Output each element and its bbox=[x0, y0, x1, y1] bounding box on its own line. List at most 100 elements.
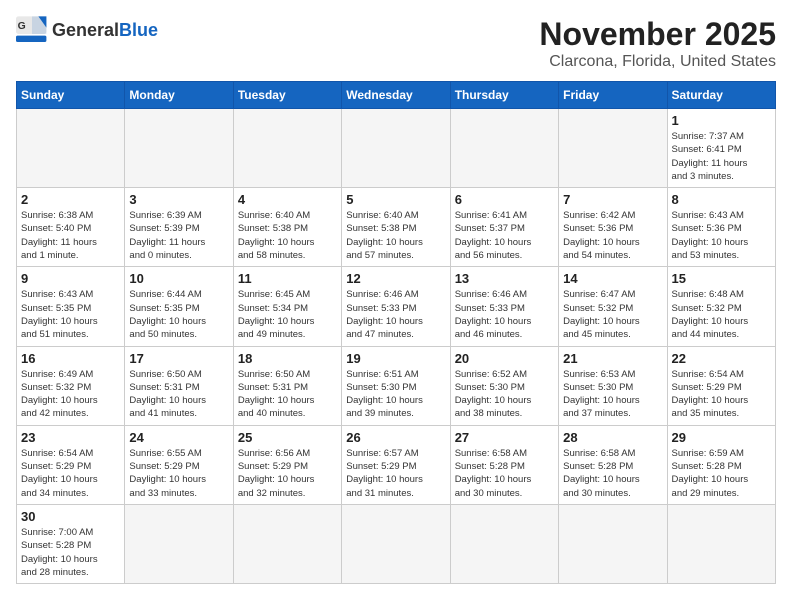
calendar-week-row: 1Sunrise: 7:37 AM Sunset: 6:41 PM Daylig… bbox=[17, 109, 776, 188]
day-info: Sunrise: 6:41 AM Sunset: 5:37 PM Dayligh… bbox=[455, 209, 554, 262]
day-info: Sunrise: 6:43 AM Sunset: 5:36 PM Dayligh… bbox=[672, 209, 771, 262]
calendar-cell: 23Sunrise: 6:54 AM Sunset: 5:29 PM Dayli… bbox=[17, 425, 125, 504]
svg-text:G: G bbox=[18, 21, 26, 32]
weekday-header-sunday: Sunday bbox=[17, 82, 125, 109]
weekday-header-saturday: Saturday bbox=[667, 82, 775, 109]
day-info: Sunrise: 6:54 AM Sunset: 5:29 PM Dayligh… bbox=[672, 368, 771, 421]
day-info: Sunrise: 6:59 AM Sunset: 5:28 PM Dayligh… bbox=[672, 447, 771, 500]
calendar-cell: 16 Sunrise: 6:49 AM Sunset: 5:32 PM Dayli… bbox=[17, 346, 125, 425]
day-info: Sunrise: 6:46 AM Sunset: 5:33 PM Dayligh… bbox=[346, 288, 445, 341]
calendar-cell: 24 Sunrise: 6:55 AM Sunset: 5:29 PM Dayli… bbox=[125, 425, 233, 504]
calendar-cell: 17Sunrise: 6:50 AM Sunset: 5:31 PM Dayli… bbox=[125, 346, 233, 425]
day-info: Sunrise: 6:44 AM Sunset: 5:35 PM Dayligh… bbox=[129, 288, 228, 341]
day-number: 3 bbox=[129, 192, 228, 207]
day-number: 16 bbox=[21, 351, 120, 366]
day-info: Sunrise: 6:50 AM Sunset: 5:31 PM Dayligh… bbox=[238, 368, 337, 421]
day-number: 6 bbox=[455, 192, 554, 207]
day-info: Sunrise: 6:46 AM Sunset: 5:33 PM Dayligh… bbox=[455, 288, 554, 341]
day-number: 25 bbox=[238, 430, 337, 445]
calendar-cell: 25Sunrise: 6:56 AM Sunset: 5:29 PM Dayli… bbox=[233, 425, 341, 504]
calendar-cell: 7Sunrise: 6:42 AM Sunset: 5:36 PM Daylig… bbox=[559, 188, 667, 267]
day-info: Sunrise: 6:40 AM Sunset: 5:38 PM Dayligh… bbox=[238, 209, 337, 262]
day-number: 18 bbox=[238, 351, 337, 366]
calendar-cell bbox=[233, 504, 341, 583]
day-info: Sunrise: 6:52 AM Sunset: 5:30 PM Dayligh… bbox=[455, 368, 554, 421]
calendar-cell: 3 Sunrise: 6:39 AM Sunset: 5:39 PM Daylig… bbox=[125, 188, 233, 267]
day-number: 22 bbox=[672, 351, 771, 366]
day-info: Sunrise: 6:57 AM Sunset: 5:29 PM Dayligh… bbox=[346, 447, 445, 500]
calendar-cell: 2Sunrise: 6:38 AM Sunset: 5:40 PM Daylig… bbox=[17, 188, 125, 267]
day-number: 12 bbox=[346, 271, 445, 286]
day-number: 9 bbox=[21, 271, 120, 286]
month-title: November 2025 bbox=[539, 16, 776, 53]
calendar: SundayMondayTuesdayWednesdayThursdayFrid… bbox=[16, 81, 776, 584]
day-info: Sunrise: 6:49 AM Sunset: 5:32 PM Dayligh… bbox=[21, 368, 120, 421]
weekday-header-row: SundayMondayTuesdayWednesdayThursdayFrid… bbox=[17, 82, 776, 109]
day-info: Sunrise: 6:55 AM Sunset: 5:29 PM Dayligh… bbox=[129, 447, 228, 500]
day-info: Sunrise: 6:51 AM Sunset: 5:30 PM Dayligh… bbox=[346, 368, 445, 421]
calendar-cell: 14 Sunrise: 6:47 AM Sunset: 5:32 PM Dayli… bbox=[559, 267, 667, 346]
logo-text: GeneralBlue bbox=[52, 20, 158, 41]
calendar-week-row: 23Sunrise: 6:54 AM Sunset: 5:29 PM Dayli… bbox=[17, 425, 776, 504]
day-info: Sunrise: 6:54 AM Sunset: 5:29 PM Dayligh… bbox=[21, 447, 120, 500]
calendar-cell bbox=[450, 109, 558, 188]
calendar-cell bbox=[342, 504, 450, 583]
calendar-cell: 21Sunrise: 6:53 AM Sunset: 5:30 PM Dayli… bbox=[559, 346, 667, 425]
calendar-week-row: 30 Sunrise: 7:00 AM Sunset: 5:28 PM Dayli… bbox=[17, 504, 776, 583]
weekday-header-wednesday: Wednesday bbox=[342, 82, 450, 109]
calendar-cell: 13 Sunrise: 6:46 AM Sunset: 5:33 PM Dayli… bbox=[450, 267, 558, 346]
weekday-header-tuesday: Tuesday bbox=[233, 82, 341, 109]
day-number: 30 bbox=[21, 509, 120, 524]
logo-blue: Blue bbox=[119, 20, 158, 40]
day-info: Sunrise: 6:38 AM Sunset: 5:40 PM Dayligh… bbox=[21, 209, 120, 262]
day-number: 28 bbox=[563, 430, 662, 445]
calendar-week-row: 16 Sunrise: 6:49 AM Sunset: 5:32 PM Dayli… bbox=[17, 346, 776, 425]
day-number: 26 bbox=[346, 430, 445, 445]
weekday-header-thursday: Thursday bbox=[450, 82, 558, 109]
day-info: Sunrise: 6:48 AM Sunset: 5:32 PM Dayligh… bbox=[672, 288, 771, 341]
day-info: Sunrise: 6:58 AM Sunset: 5:28 PM Dayligh… bbox=[563, 447, 662, 500]
calendar-cell bbox=[559, 109, 667, 188]
day-info: Sunrise: 6:53 AM Sunset: 5:30 PM Dayligh… bbox=[563, 368, 662, 421]
day-info: Sunrise: 6:47 AM Sunset: 5:32 PM Dayligh… bbox=[563, 288, 662, 341]
calendar-cell: 28 Sunrise: 6:58 AM Sunset: 5:28 PM Dayli… bbox=[559, 425, 667, 504]
calendar-cell: 9 Sunrise: 6:43 AM Sunset: 5:35 PM Daylig… bbox=[17, 267, 125, 346]
calendar-cell: 30 Sunrise: 7:00 AM Sunset: 5:28 PM Dayli… bbox=[17, 504, 125, 583]
calendar-cell: 27 Sunrise: 6:58 AM Sunset: 5:28 PM Dayli… bbox=[450, 425, 558, 504]
day-info: Sunrise: 6:45 AM Sunset: 5:34 PM Dayligh… bbox=[238, 288, 337, 341]
calendar-cell bbox=[667, 504, 775, 583]
calendar-week-row: 9 Sunrise: 6:43 AM Sunset: 5:35 PM Daylig… bbox=[17, 267, 776, 346]
day-info: Sunrise: 6:58 AM Sunset: 5:28 PM Dayligh… bbox=[455, 447, 554, 500]
day-number: 19 bbox=[346, 351, 445, 366]
calendar-cell: 20 Sunrise: 6:52 AM Sunset: 5:30 PM Dayli… bbox=[450, 346, 558, 425]
calendar-cell: 11 Sunrise: 6:45 AM Sunset: 5:34 PM Dayli… bbox=[233, 267, 341, 346]
day-number: 11 bbox=[238, 271, 337, 286]
calendar-cell: 29Sunrise: 6:59 AM Sunset: 5:28 PM Dayli… bbox=[667, 425, 775, 504]
calendar-cell bbox=[233, 109, 341, 188]
day-info: Sunrise: 6:43 AM Sunset: 5:35 PM Dayligh… bbox=[21, 288, 120, 341]
day-number: 20 bbox=[455, 351, 554, 366]
calendar-cell: 15Sunrise: 6:48 AM Sunset: 5:32 PM Dayli… bbox=[667, 267, 775, 346]
header: G GeneralBlue November 2025 Clarcona, Fl… bbox=[16, 16, 776, 71]
location-title: Clarcona, Florida, United States bbox=[539, 53, 776, 71]
calendar-cell bbox=[17, 109, 125, 188]
calendar-cell: 6 Sunrise: 6:41 AM Sunset: 5:37 PM Daylig… bbox=[450, 188, 558, 267]
day-number: 27 bbox=[455, 430, 554, 445]
calendar-cell: 8Sunrise: 6:43 AM Sunset: 5:36 PM Daylig… bbox=[667, 188, 775, 267]
day-number: 13 bbox=[455, 271, 554, 286]
calendar-cell: 26 Sunrise: 6:57 AM Sunset: 5:29 PM Dayli… bbox=[342, 425, 450, 504]
day-number: 14 bbox=[563, 271, 662, 286]
day-info: Sunrise: 7:00 AM Sunset: 5:28 PM Dayligh… bbox=[21, 526, 120, 579]
calendar-cell: 12 Sunrise: 6:46 AM Sunset: 5:33 PM Dayli… bbox=[342, 267, 450, 346]
calendar-cell: 22 Sunrise: 6:54 AM Sunset: 5:29 PM Dayli… bbox=[667, 346, 775, 425]
logo: G GeneralBlue bbox=[16, 16, 158, 44]
calendar-cell bbox=[450, 504, 558, 583]
day-number: 4 bbox=[238, 192, 337, 207]
day-info: Sunrise: 6:39 AM Sunset: 5:39 PM Dayligh… bbox=[129, 209, 228, 262]
logo-general: GeneralBlue bbox=[52, 20, 158, 40]
calendar-cell: 5Sunrise: 6:40 AM Sunset: 5:38 PM Daylig… bbox=[342, 188, 450, 267]
day-number: 10 bbox=[129, 271, 228, 286]
calendar-cell bbox=[342, 109, 450, 188]
calendar-cell bbox=[125, 109, 233, 188]
day-number: 24 bbox=[129, 430, 228, 445]
